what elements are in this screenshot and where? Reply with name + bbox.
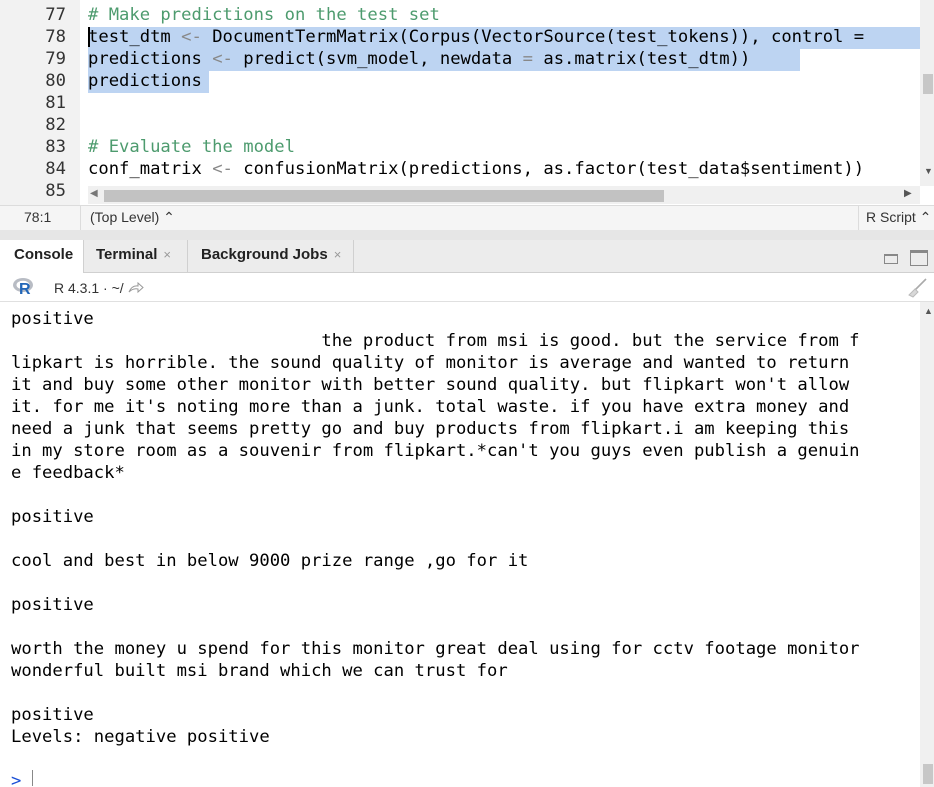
scroll-up-arrow-icon[interactable]: ▲ xyxy=(924,306,933,316)
r-logo-icon: R xyxy=(13,278,33,296)
scroll-right-arrow-icon[interactable]: ▶ xyxy=(904,188,912,199)
tab-background-jobs-label: Background Jobs xyxy=(201,246,328,263)
line-number: 82 xyxy=(45,115,66,135)
code-token: # Evaluate the model xyxy=(88,137,295,157)
cursor-position: 78:1 xyxy=(24,209,52,225)
code-token: test_dtm xyxy=(88,27,182,47)
console-prompt[interactable]: > xyxy=(11,770,21,787)
tab-background-jobs[interactable]: Background Jobs × xyxy=(188,240,354,272)
code-token: DocumentTermMatrix(Corpus(VectorSource(t… xyxy=(201,27,865,47)
tab-terminal[interactable]: Terminal × xyxy=(84,240,188,272)
text-cursor xyxy=(88,27,90,47)
console-output-line: the product from msi is good. but the se… xyxy=(11,331,860,351)
code-token: <- xyxy=(212,159,233,179)
code-line[interactable]: # Evaluate the model xyxy=(88,136,295,158)
console-output-line: e feedback* xyxy=(11,463,125,483)
code-token: = xyxy=(522,49,533,69)
line-number: 78 xyxy=(45,27,66,47)
pane-splitter[interactable] xyxy=(0,230,934,240)
code-token: <- xyxy=(181,27,202,47)
line-number: 79 xyxy=(45,49,66,69)
go-to-directory-icon[interactable] xyxy=(128,281,144,294)
console-tab-bar: Console Terminal × Background Jobs × xyxy=(0,240,934,273)
console-vertical-scrollbar[interactable] xyxy=(920,302,934,787)
line-number: 77 xyxy=(45,5,66,25)
tab-console[interactable]: Console xyxy=(0,240,84,273)
editor-status-bar: 78:1 (Top Level) ⌃ R Script ⌃ xyxy=(0,205,934,231)
console-output[interactable]: positive the product from msi is good. b… xyxy=(0,302,920,787)
line-number: 85 xyxy=(45,181,66,201)
code-line[interactable]: test_dtm <- DocumentTermMatrix(Corpus(Ve… xyxy=(88,26,864,48)
divider xyxy=(80,206,81,230)
scope-selector[interactable]: (Top Level) ⌃ xyxy=(90,209,175,226)
close-icon[interactable]: × xyxy=(334,247,342,262)
scroll-down-arrow-icon[interactable]: ▼ xyxy=(924,166,933,176)
code-token: predict(svm_model, newdata xyxy=(232,49,523,69)
line-number: 81 xyxy=(45,93,66,113)
source-editor[interactable]: 77 78 79 80 81 82 83 84 85 # Make predictions on… xyxy=(0,0,934,205)
code-token: predictions xyxy=(88,71,202,91)
console-output-line: lipkart is horrible. the sound quality o… xyxy=(11,353,850,373)
console-output-line: wonderful built msi brand which we can t… xyxy=(11,661,508,681)
console-output-line: need a junk that seems pretty go and buy… xyxy=(11,419,850,439)
r-version-label: R 4.3.1 · ~/ xyxy=(54,280,124,296)
console-output-line: worth the money u spend for this monitor… xyxy=(11,639,860,659)
console-output-line: positive xyxy=(11,595,94,615)
console-output-line: positive xyxy=(11,705,94,725)
prompt-symbol: > xyxy=(11,771,22,787)
code-token: predictions xyxy=(88,49,213,69)
scroll-left-arrow-icon[interactable]: ◀ xyxy=(90,188,98,199)
code-token: # Make predictions on the test set xyxy=(88,5,440,25)
code-token: confusionMatrix(predictions, as.factor(t… xyxy=(232,159,865,179)
console-output-line: positive xyxy=(11,309,94,329)
code-line[interactable]: # Make predictions on the test set xyxy=(88,4,440,26)
line-number: 84 xyxy=(45,159,66,179)
console-output-line: in my store room as a souvenir from flip… xyxy=(11,441,860,461)
editor-vertical-scroll-thumb[interactable] xyxy=(923,74,933,94)
console-scroll-thumb[interactable] xyxy=(923,764,933,784)
tab-console-label: Console xyxy=(14,246,74,263)
tab-terminal-label: Terminal xyxy=(96,246,158,263)
file-type-selector[interactable]: R Script ⌃ xyxy=(866,209,931,226)
code-token: conf_matrix xyxy=(88,159,213,179)
editor-horizontal-scroll-thumb[interactable] xyxy=(104,190,664,202)
minimize-pane-icon[interactable] xyxy=(884,254,898,264)
code-token: <- xyxy=(212,49,233,69)
console-output-line: it. for me it's noting more than a junk.… xyxy=(11,397,850,417)
divider xyxy=(858,206,859,230)
r-version-path[interactable]: R 4.3.1 · ~/ xyxy=(54,280,144,296)
console-output-line: it and buy some other monitor with bette… xyxy=(11,375,850,395)
line-number: 83 xyxy=(45,137,66,157)
console-output-line: Levels: negative positive xyxy=(11,727,270,747)
line-number: 80 xyxy=(45,71,66,91)
code-line[interactable]: predictions <- predict(svm_model, newdat… xyxy=(88,48,750,70)
code-line[interactable]: conf_matrix <- confusionMatrix(predictio… xyxy=(88,158,864,180)
maximize-pane-icon[interactable] xyxy=(910,250,928,266)
code-line[interactable]: predictions xyxy=(88,70,202,92)
close-icon[interactable]: × xyxy=(163,247,171,262)
svg-text:R: R xyxy=(19,281,31,296)
code-token: as.matrix(test_dtm)) xyxy=(533,49,751,69)
console-input-caret xyxy=(32,770,33,786)
clear-console-broom-icon[interactable] xyxy=(906,278,928,298)
console-output-line: cool and best in below 9000 prize range … xyxy=(11,551,529,571)
console-output-line: positive xyxy=(11,507,94,527)
